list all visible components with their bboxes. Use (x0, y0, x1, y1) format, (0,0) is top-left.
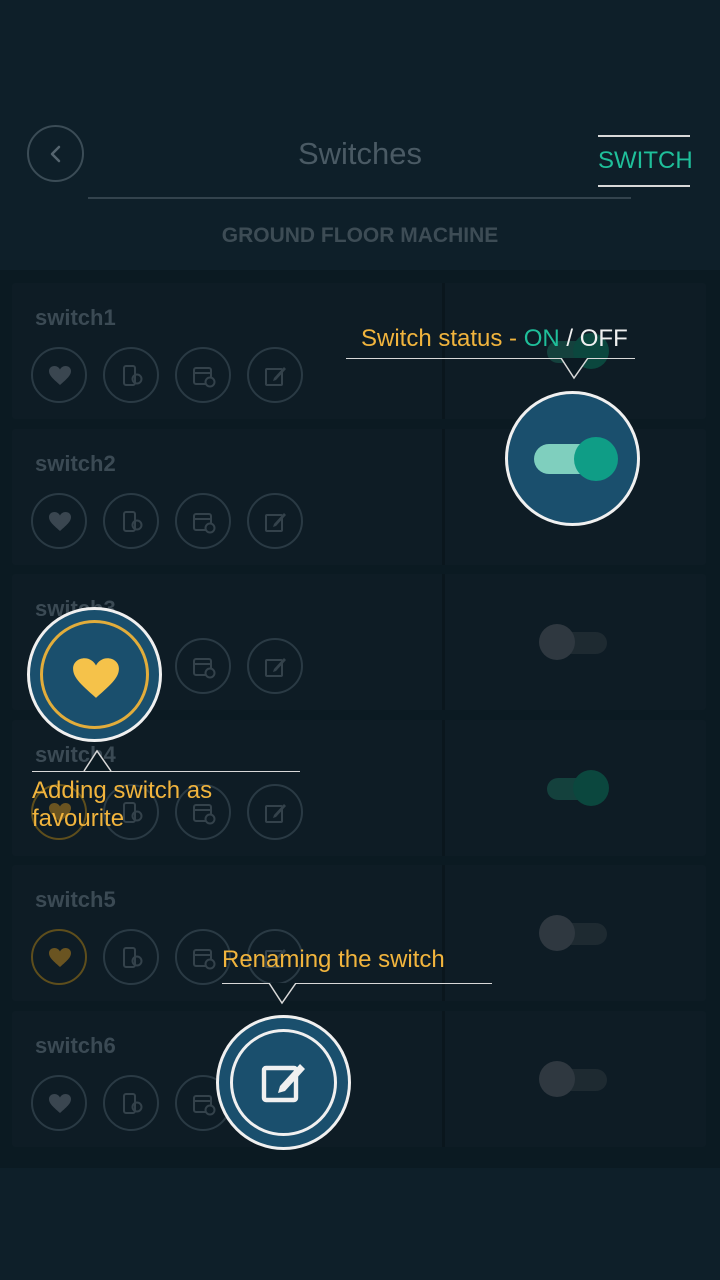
edit-icon (265, 512, 286, 532)
edit-icon (265, 367, 286, 386)
status-callout-pointer (560, 358, 589, 380)
heart-icon (49, 366, 71, 385)
status-callout-text: Switch status - ON / OFF (361, 325, 628, 352)
favourite-button[interactable] (31, 929, 87, 985)
schedule-icon (193, 1094, 216, 1115)
favourite-button[interactable] (31, 347, 87, 403)
toggle-on-icon (534, 437, 618, 481)
rename-callout-line (222, 983, 492, 984)
device-settings-icon (123, 510, 143, 532)
app-header: Switches GROUND FLOOR MACHINE SWITCH (0, 0, 720, 270)
rename-button[interactable] (247, 638, 303, 694)
switch-toggle[interactable] (539, 1059, 609, 1099)
favourite-bubble (27, 607, 162, 742)
heart-icon (49, 1093, 71, 1113)
status-callout-line (346, 358, 635, 359)
switch-toggle[interactable] (539, 622, 609, 662)
schedule-icon (193, 658, 216, 679)
favourite-callout-text: Adding switch as favourite (32, 777, 213, 832)
switch-row: switch6 (12, 1010, 706, 1147)
favourite-button[interactable] (31, 1074, 87, 1131)
edit-icon (265, 803, 286, 823)
schedule-button[interactable] (175, 347, 231, 403)
bottom-bar (0, 1168, 720, 1280)
heart-icon (73, 658, 119, 698)
rename-bubble (216, 1015, 351, 1150)
favourite-callout-line (32, 771, 300, 772)
switch-name: switch1 (35, 305, 116, 330)
device-settings-icon (123, 365, 143, 386)
device-settings-icon (123, 947, 143, 968)
status-bubble (505, 391, 640, 526)
rename-button[interactable] (247, 492, 303, 549)
edit-icon (261, 1064, 305, 1103)
device-settings-button[interactable] (103, 1074, 159, 1131)
rename-callout-text: Renaming the switch (222, 946, 445, 973)
title-divider (88, 197, 631, 199)
rename-button[interactable] (247, 347, 303, 403)
switch-name: switch6 (35, 1032, 116, 1058)
heart-icon (49, 511, 71, 531)
schedule-button[interactable] (175, 638, 231, 694)
switch-row: switch5 (12, 865, 706, 1001)
schedule-icon (193, 949, 216, 970)
device-settings-button[interactable] (103, 347, 159, 403)
schedule-icon (193, 367, 216, 388)
switch-name: switch2 (35, 450, 116, 476)
device-settings-button[interactable] (103, 492, 159, 549)
switch-toggle[interactable] (539, 913, 609, 953)
rename-callout-pointer (268, 983, 297, 1005)
favourite-button[interactable] (31, 492, 87, 549)
switches-screen: Switches GROUND FLOOR MACHINE SWITCH swi… (0, 0, 720, 1280)
status-off-label: OFF (579, 325, 628, 352)
rename-button[interactable] (247, 783, 303, 840)
schedule-icon (193, 512, 216, 533)
device-settings-button[interactable] (103, 929, 159, 985)
switch-tab[interactable]: SWITCH (598, 135, 693, 187)
edit-icon (265, 658, 286, 677)
heart-icon (49, 948, 71, 967)
schedule-button[interactable] (175, 492, 231, 549)
machine-name: GROUND FLOOR MACHINE (221, 224, 499, 247)
favourite-callout-pointer (83, 749, 112, 771)
switch-toggle[interactable] (539, 768, 609, 808)
device-settings-icon (123, 1092, 143, 1114)
switch-name: switch5 (35, 887, 116, 912)
status-on-label: ON (523, 325, 560, 352)
